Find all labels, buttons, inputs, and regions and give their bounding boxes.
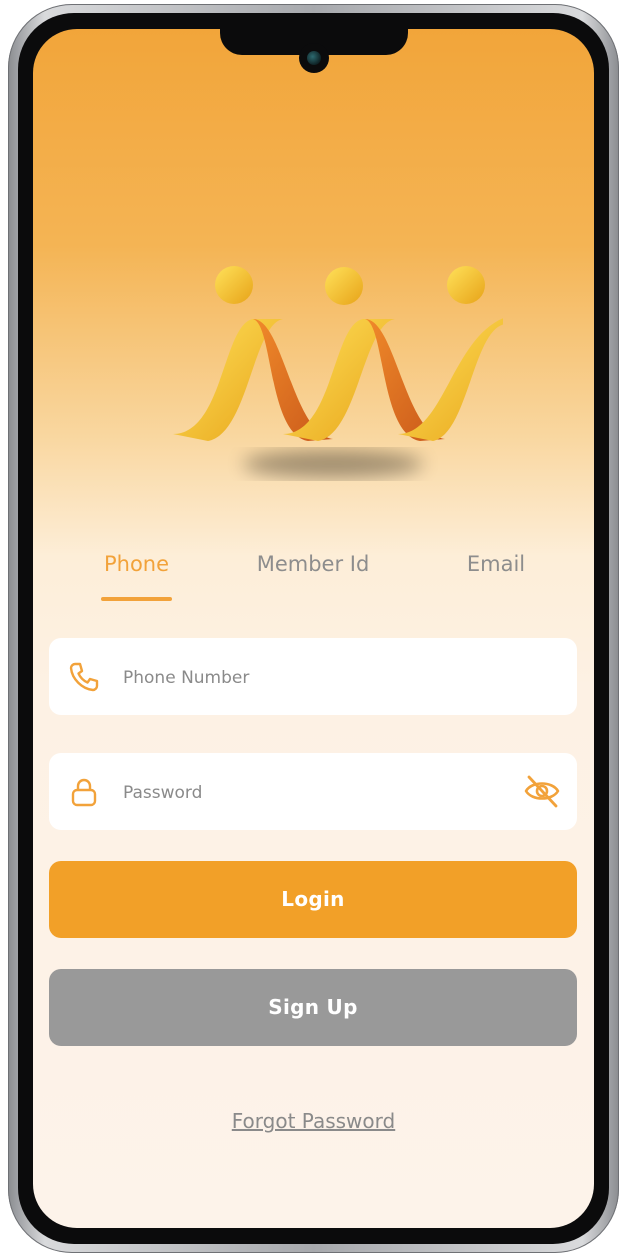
active-tab-indicator — [101, 597, 172, 601]
phone-frame: Phone Member Id Email Phone Number Login… — [8, 4, 619, 1253]
login-button[interactable]: Login — [49, 861, 577, 938]
password-field[interactable] — [49, 753, 577, 832]
login-method-tabs: Phone Member Id Email — [33, 544, 594, 604]
tab-email[interactable]: Email — [451, 544, 541, 584]
front-camera — [299, 43, 329, 73]
phone-number-input[interactable] — [121, 638, 505, 717]
phone-number-field[interactable] — [49, 638, 577, 717]
tab-phone[interactable]: Phone — [101, 544, 172, 584]
phone-icon — [69, 662, 99, 692]
tab-member-id[interactable]: Member Id — [243, 544, 383, 584]
signup-button[interactable]: Sign Up — [49, 969, 577, 1046]
brand-logo — [173, 266, 503, 478]
forgot-password-link[interactable]: Forgot Password — [33, 1109, 594, 1133]
lock-icon — [71, 778, 97, 807]
app-screen: Phone Member Id Email Phone Number Login… — [33, 29, 594, 1228]
eye-off-icon[interactable] — [522, 771, 562, 811]
phone-bezel: Phone Member Id Email Phone Number Login… — [18, 13, 609, 1244]
password-input[interactable] — [121, 753, 505, 832]
